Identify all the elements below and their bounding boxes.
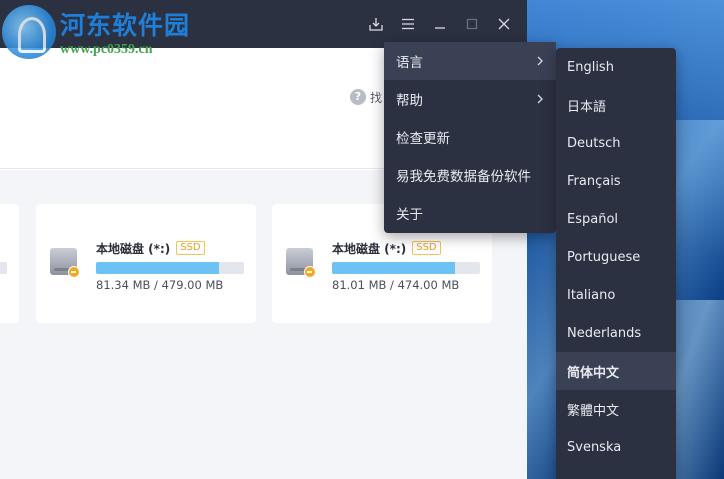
watermark-logo-icon [2, 5, 56, 59]
help-link[interactable]: ? 找 [350, 88, 382, 106]
usage-bar-fill [332, 262, 455, 274]
usage-text: 81.01 MB / 474.00 MB [332, 278, 460, 292]
menu-item-help[interactable]: 帮助 [384, 80, 556, 118]
disk-card[interactable]: 本地磁盘 (*:) SSD 81.34 MB / 479.00 MB [36, 204, 256, 323]
menu-item-check-update[interactable]: 检查更新 [384, 118, 556, 156]
question-icon: ? [350, 89, 366, 105]
menu-icon[interactable] [398, 14, 418, 34]
usage-bar [0, 262, 7, 274]
download-icon[interactable] [366, 14, 386, 34]
language-option-italian[interactable]: Italiano [556, 276, 676, 314]
language-option-japanese[interactable]: 日本語 [556, 86, 676, 124]
disk-name-row: 本地磁盘 (*:) SSD [96, 240, 205, 256]
disk-name: 本地磁盘 (*:) [96, 241, 171, 256]
close-icon[interactable] [494, 14, 514, 34]
language-option-simplified-chinese[interactable]: 简体中文 [556, 352, 676, 390]
usage-bar [332, 262, 480, 274]
language-option-dutch[interactable]: Nederlands [556, 314, 676, 352]
hard-disk-icon [50, 248, 80, 278]
menu-item-backup-software[interactable]: 易我免费数据备份软件 [384, 156, 556, 194]
language-option-portuguese[interactable]: Portuguese [556, 238, 676, 276]
main-menu: 语言 帮助 检查更新 易我免费数据备份软件 关于 [384, 42, 556, 233]
warning-badge-icon [68, 266, 80, 278]
watermark-url: www.pc0359.cn [60, 42, 153, 57]
usage-bar-fill [96, 262, 219, 274]
hard-disk-icon [286, 248, 316, 278]
language-option-german[interactable]: Deutsch [556, 124, 676, 162]
language-option-swedish[interactable]: Svenska [556, 428, 676, 466]
chevron-right-icon [537, 56, 543, 66]
minimize-icon[interactable] [430, 14, 450, 34]
language-option-french[interactable]: Français [556, 162, 676, 200]
language-option-traditional-chinese[interactable]: 繁體中文 [556, 390, 676, 428]
maximize-icon[interactable] [462, 14, 482, 34]
chevron-right-icon [537, 94, 543, 104]
menu-item-label: 检查更新 [396, 131, 450, 147]
language-option-english[interactable]: English [556, 48, 676, 86]
help-label: 找 [370, 90, 383, 105]
menu-item-label: 语言 [396, 55, 423, 71]
warning-badge-icon [304, 266, 316, 278]
menu-item-label: 帮助 [396, 93, 423, 109]
disk-name-row: 本地磁盘 (*:) SSD [332, 240, 441, 256]
menu-item-language[interactable]: 语言 [384, 42, 556, 80]
disk-name: 本地磁盘 (*:) [332, 241, 407, 256]
usage-bar [96, 262, 244, 274]
language-submenu: English 日本語 Deutsch Français Español Por… [556, 48, 676, 479]
menu-item-label: 易我免费数据备份软件 [396, 169, 531, 185]
language-option-spanish[interactable]: Español [556, 200, 676, 238]
watermark-title: 河东软件园 [60, 11, 191, 40]
disk-card-partial[interactable] [0, 204, 19, 323]
ssd-badge: SSD [412, 241, 441, 255]
usage-text: 81.34 MB / 479.00 MB [96, 278, 224, 292]
site-watermark: 河东软件园 www.pc0359.cn [0, 0, 200, 62]
ssd-badge: SSD [176, 241, 205, 255]
menu-item-label: 关于 [396, 207, 423, 223]
menu-item-about[interactable]: 关于 [384, 194, 556, 232]
